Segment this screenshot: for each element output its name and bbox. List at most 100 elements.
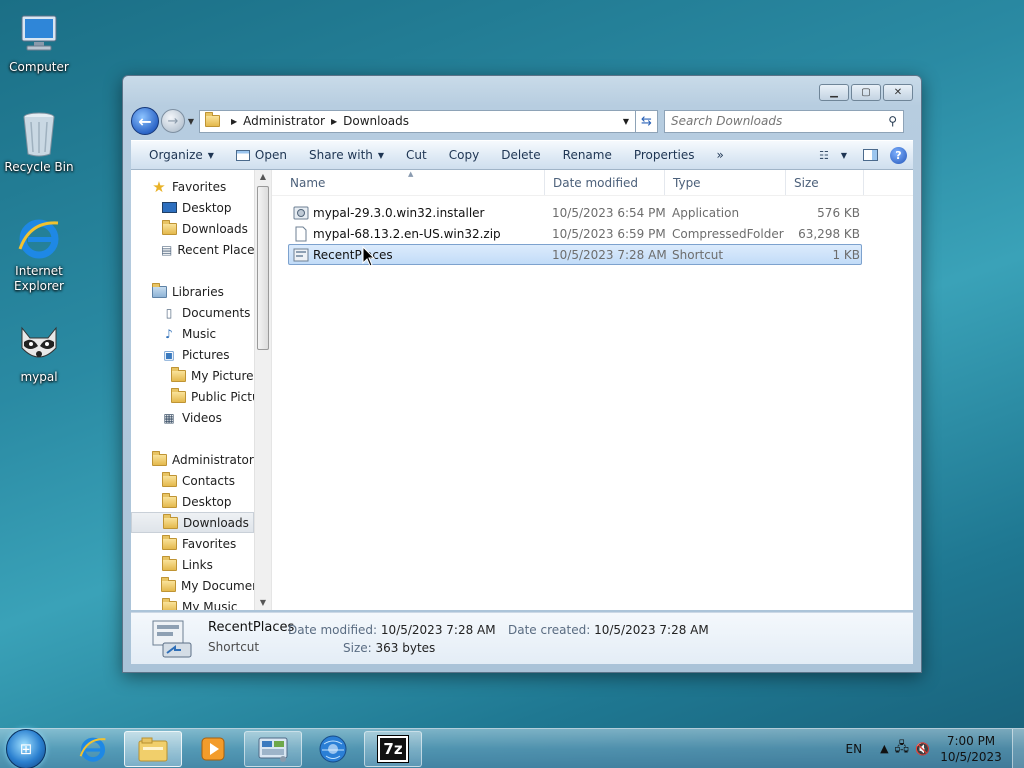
folder-icon bbox=[161, 597, 177, 610]
desktop-icon-label: Computer bbox=[9, 60, 69, 74]
nav-user-desktop[interactable]: Desktop bbox=[131, 491, 254, 512]
nav-user-contacts[interactable]: Contacts bbox=[131, 470, 254, 491]
nav-libraries-public-pictures[interactable]: Public Pictures bbox=[131, 386, 271, 407]
user-folder-icon bbox=[151, 450, 167, 468]
start-button[interactable]: ⊞ bbox=[6, 728, 46, 768]
nav-libraries-documents[interactable]: ▯ Documents bbox=[131, 302, 254, 323]
details-pane: RecentPlaces Shortcut Date modified: 10/… bbox=[131, 612, 913, 664]
column-header-date[interactable]: Date modified bbox=[545, 170, 665, 195]
clock[interactable]: 7:00 PM 10/5/2023 bbox=[936, 733, 1006, 765]
breadcrumb-administrator[interactable]: Administrator bbox=[243, 114, 325, 128]
properties-button[interactable]: Properties bbox=[620, 143, 703, 167]
preview-pane-button[interactable] bbox=[857, 143, 884, 167]
maximize-icon: ▢ bbox=[861, 87, 871, 98]
search-icon[interactable]: ⚲ bbox=[888, 114, 897, 128]
desktop-icon-recycle-bin[interactable]: Recycle Bin bbox=[1, 110, 77, 175]
copy-button[interactable]: Copy bbox=[435, 143, 487, 167]
taskbar-7zip[interactable]: 7z bbox=[364, 730, 422, 767]
computer-icon bbox=[15, 10, 63, 58]
nav-libraries-music[interactable]: ♪ Music bbox=[131, 323, 254, 344]
folder-icon bbox=[161, 492, 177, 510]
nav-favorites-desktop[interactable]: Desktop bbox=[131, 197, 254, 218]
desktop-icon-internet-explorer[interactable]: Internet Explorer bbox=[1, 214, 77, 294]
search-box[interactable]: ⚲ bbox=[664, 109, 904, 133]
videos-icon: ▦ bbox=[163, 410, 175, 425]
taskbar: ⊞ 7z EN ▲ 🖧 🔇 7:00 PM 10/5/2023 bbox=[0, 728, 1024, 768]
library-icon bbox=[151, 282, 167, 300]
desktop-icon-computer[interactable]: Computer bbox=[1, 10, 77, 75]
installer-icon bbox=[293, 205, 309, 221]
breadcrumb-separator-icon[interactable]: ▶ bbox=[331, 117, 337, 126]
taskbar-mypal[interactable] bbox=[304, 731, 362, 767]
more-commands-button[interactable]: » bbox=[703, 143, 732, 167]
downloads-folder-icon bbox=[204, 112, 220, 129]
scroll-up-icon[interactable]: ▲ bbox=[255, 170, 271, 184]
minimize-button[interactable]: ▁ bbox=[819, 84, 849, 101]
taskbar-control-panel[interactable] bbox=[244, 730, 302, 767]
folder-icon bbox=[161, 471, 177, 489]
open-button[interactable]: Open bbox=[222, 143, 295, 167]
nav-user-my-documents[interactable]: My Documents bbox=[131, 575, 271, 596]
rename-button[interactable]: Rename bbox=[549, 143, 620, 167]
navigation-scrollbar[interactable]: ▲ ▼ bbox=[254, 170, 271, 610]
change-view-button[interactable]: ☷ ▼ bbox=[815, 143, 851, 167]
close-button[interactable]: ✕ bbox=[883, 84, 913, 101]
help-icon[interactable]: ? bbox=[890, 146, 907, 164]
taskbar-windows-explorer[interactable] bbox=[124, 730, 182, 767]
windows-logo-icon: ⊞ bbox=[19, 739, 33, 758]
nav-user-downloads[interactable]: Downloads bbox=[131, 512, 254, 533]
nav-user-links[interactable]: Links bbox=[131, 554, 254, 575]
desktop-icon-label: mypal bbox=[20, 370, 58, 384]
nav-libraries-pictures[interactable]: ▣ Pictures bbox=[131, 344, 254, 365]
nav-administrator[interactable]: Administrator bbox=[131, 449, 254, 470]
navigation-bar: ← → ▼ ▶ Administrator ▶ Downloads ▼ ⇆ ⚲ bbox=[131, 106, 913, 136]
nav-favorites-downloads[interactable]: Downloads bbox=[131, 218, 254, 239]
delete-button[interactable]: Delete bbox=[487, 143, 548, 167]
show-hidden-icons-icon[interactable]: ▲ bbox=[880, 742, 888, 755]
search-input[interactable] bbox=[671, 114, 889, 128]
taskbar-internet-explorer[interactable] bbox=[64, 731, 122, 767]
share-with-button[interactable]: Share with ▼ bbox=[295, 143, 392, 167]
desktop-icon-mypal[interactable]: mypal bbox=[1, 320, 77, 385]
address-history-dropdown[interactable]: ▼ bbox=[617, 117, 635, 126]
scroll-down-icon[interactable]: ▼ bbox=[255, 596, 271, 610]
nav-favorites[interactable]: ★ Favorites bbox=[131, 176, 254, 197]
folder-icon bbox=[161, 576, 176, 594]
internet-explorer-icon bbox=[79, 737, 106, 762]
nav-libraries[interactable]: Libraries bbox=[131, 281, 254, 302]
scrollbar-thumb[interactable] bbox=[257, 186, 269, 350]
language-indicator[interactable]: EN bbox=[846, 742, 863, 756]
nav-user-my-music[interactable]: My Music bbox=[131, 596, 254, 610]
mouse-cursor-icon bbox=[362, 246, 376, 267]
desktop-icon-label: Recycle Bin bbox=[4, 160, 74, 174]
organize-button[interactable]: Organize ▼ bbox=[141, 143, 222, 167]
volume-muted-icon[interactable]: 🔇 bbox=[915, 742, 930, 756]
column-header-size[interactable]: Size bbox=[786, 170, 864, 195]
file-row[interactable]: mypal-68.13.2.en-US.win32.zip 10/5/2023 … bbox=[288, 223, 862, 244]
refresh-button[interactable]: ⇆ bbox=[636, 109, 658, 133]
recent-pages-dropdown[interactable]: ▼ bbox=[185, 117, 197, 126]
back-button[interactable]: ← bbox=[131, 107, 159, 135]
file-row[interactable]: mypal-29.3.0.win32.installer 10/5/2023 6… bbox=[288, 202, 862, 223]
forward-button[interactable]: → bbox=[161, 109, 185, 133]
clock-time: 7:00 PM bbox=[946, 733, 996, 748]
column-headers: ▲ Name Date modified Type Size bbox=[272, 170, 913, 196]
network-icon[interactable]: 🖧 bbox=[895, 738, 910, 760]
nav-libraries-my-pictures[interactable]: My Pictures bbox=[131, 365, 260, 386]
chevron-down-icon: ▼ bbox=[187, 116, 195, 126]
breadcrumb-separator-icon[interactable]: ▶ bbox=[231, 117, 237, 126]
breadcrumb-downloads[interactable]: Downloads bbox=[343, 114, 409, 128]
downloads-folder-icon bbox=[161, 219, 177, 237]
maximize-button[interactable]: ▢ bbox=[851, 84, 881, 101]
address-bar[interactable]: ▶ Administrator ▶ Downloads ▼ bbox=[199, 109, 636, 133]
nav-libraries-videos[interactable]: ▦ Videos bbox=[131, 407, 254, 428]
close-icon: ✕ bbox=[893, 87, 903, 98]
nav-favorites-recent-places[interactable]: ▤ Recent Places bbox=[131, 239, 261, 260]
column-header-type[interactable]: Type bbox=[665, 170, 786, 195]
cut-button[interactable]: Cut bbox=[392, 143, 435, 167]
show-desktop-button[interactable] bbox=[1012, 729, 1024, 768]
nav-user-favorites[interactable]: Favorites bbox=[131, 533, 254, 554]
forward-arrow-icon: → bbox=[167, 113, 179, 129]
view-list-icon: ☷ bbox=[818, 148, 829, 162]
taskbar-media-player[interactable] bbox=[184, 731, 242, 767]
